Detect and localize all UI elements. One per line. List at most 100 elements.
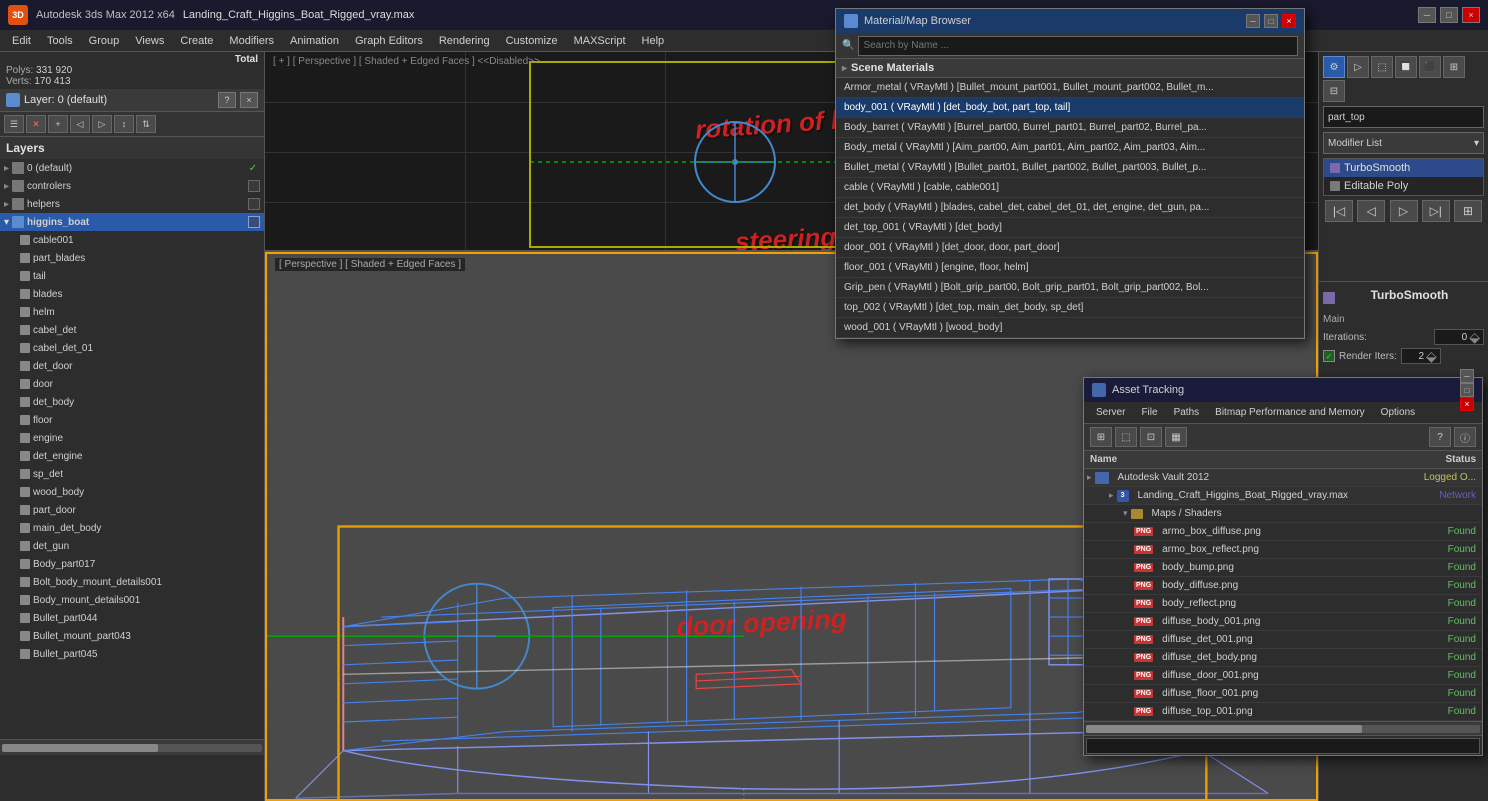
- modifier-icon-btn-4[interactable]: 🔲: [1395, 56, 1417, 78]
- menu-group[interactable]: Group: [81, 33, 128, 49]
- layer-item-door[interactable]: door: [0, 375, 264, 393]
- layer-item-higgins-boat[interactable]: ▾ higgins_boat: [0, 213, 264, 231]
- hscroll-thumb[interactable]: [2, 744, 158, 752]
- at-tool-3[interactable]: ⊡: [1140, 427, 1162, 447]
- layer-item-body-mount[interactable]: Body_mount_details001: [0, 591, 264, 609]
- modifier-item-editablepoly[interactable]: Editable Poly: [1324, 177, 1483, 195]
- at-item-diffuse-det-body[interactable]: PNG diffuse_det_body.png Found: [1084, 649, 1482, 667]
- layer-tool-move1[interactable]: ◁: [70, 115, 90, 133]
- at-horizontal-scrollbar[interactable]: [1084, 721, 1482, 735]
- mat-item-detbody[interactable]: det_body ( VRayMtl ) [blades, cabel_det,…: [836, 198, 1304, 218]
- mat-item-wood001[interactable]: wood_001 ( VRayMtl ) [wood_body]: [836, 318, 1304, 338]
- menu-help[interactable]: Help: [634, 33, 673, 49]
- menu-customize[interactable]: Customize: [498, 33, 566, 49]
- mat-item-bodymetal[interactable]: Body_metal ( VRayMtl ) [Aim_part00, Aim_…: [836, 138, 1304, 158]
- at-item-diffuse-top001[interactable]: PNG diffuse_top_001.png Found: [1084, 703, 1482, 721]
- material-search-input[interactable]: [858, 36, 1298, 56]
- modifier-icon-btn-1[interactable]: ⚙: [1323, 56, 1345, 78]
- at-hscroll-thumb[interactable]: [1086, 725, 1362, 733]
- at-close-btn[interactable]: ×: [1460, 397, 1474, 411]
- layer-close-button[interactable]: ×: [240, 92, 258, 108]
- minimize-button[interactable]: ─: [1418, 7, 1436, 23]
- layer-help-button[interactable]: ?: [218, 92, 236, 108]
- layer-item-bullet-part045[interactable]: Bullet_part045: [0, 645, 264, 663]
- mat-item-bodybarret[interactable]: Body_barret ( VRayMtl ) [Burrel_part00, …: [836, 118, 1304, 138]
- at-item-maps-folder[interactable]: ▾ Maps / Shaders: [1084, 505, 1482, 523]
- mat-item-dettop001[interactable]: det_top_001 ( VRayMtl ) [det_body]: [836, 218, 1304, 238]
- at-item-maxfile[interactable]: ▸ 3 Landing_Craft_Higgins_Boat_Rigged_vr…: [1084, 487, 1482, 505]
- layer-tool-close[interactable]: ✕: [26, 115, 46, 133]
- at-item-body-diffuse[interactable]: PNG body_diffuse.png Found: [1084, 577, 1482, 595]
- layer-item-bullet-mount043[interactable]: Bullet_mount_part043: [0, 627, 264, 645]
- hscroll-track[interactable]: [2, 744, 262, 752]
- render-iters-checkbox[interactable]: ✓: [1323, 350, 1335, 362]
- modifier-icon-btn-2[interactable]: ▷: [1347, 56, 1369, 78]
- layer-item-controlers[interactable]: ▸ controlers: [0, 177, 264, 195]
- at-tool-4[interactable]: ▦: [1165, 427, 1187, 447]
- mat-item-grippen[interactable]: Grip_pen ( VRayMtl ) [Bolt_grip_part00, …: [836, 278, 1304, 298]
- nav-prev-btn[interactable]: |◁: [1325, 200, 1353, 222]
- menu-views[interactable]: Views: [127, 33, 172, 49]
- mat-browser-close[interactable]: ×: [1282, 14, 1296, 28]
- at-item-diffuse-floor001[interactable]: PNG diffuse_floor_001.png Found: [1084, 685, 1482, 703]
- mat-item-floor001[interactable]: floor_001 ( VRayMtl ) [engine, floor, he…: [836, 258, 1304, 278]
- mat-browser-maximize[interactable]: □: [1264, 14, 1278, 28]
- modifier-icon-btn-3[interactable]: ⬚: [1371, 56, 1393, 78]
- layer-item-main-det-body[interactable]: main_det_body: [0, 519, 264, 537]
- maximize-button[interactable]: □: [1440, 7, 1458, 23]
- modifier-item-turbosmooth[interactable]: TurboSmooth: [1324, 159, 1483, 177]
- layer-tool-move3[interactable]: ↕: [114, 115, 134, 133]
- modifier-icon-btn-7[interactable]: ⊟: [1323, 80, 1345, 102]
- menu-edit[interactable]: Edit: [4, 33, 39, 49]
- at-item-armo-diffuse[interactable]: PNG armo_box_diffuse.png Found: [1084, 523, 1482, 541]
- layer-item-part-door[interactable]: part_door: [0, 501, 264, 519]
- at-menu-paths[interactable]: Paths: [1166, 405, 1208, 420]
- layer-tool-list[interactable]: ☰: [4, 115, 24, 133]
- layer-item-helm[interactable]: helm: [0, 303, 264, 321]
- menu-create[interactable]: Create: [172, 33, 221, 49]
- render-iters-value[interactable]: 2 ⬙: [1401, 348, 1441, 364]
- layer-item-cabel-det[interactable]: cabel_det: [0, 321, 264, 339]
- at-tool-2[interactable]: ⬚: [1115, 427, 1137, 447]
- nav-extra-btn[interactable]: ⊞: [1454, 200, 1482, 222]
- at-item-vault[interactable]: ▸ Autodesk Vault 2012 Logged O...: [1084, 469, 1482, 487]
- layer-item-0default[interactable]: ▸ 0 (default) ✓: [0, 159, 264, 177]
- menu-maxscript[interactable]: MAXScript: [566, 33, 634, 49]
- at-footer-input[interactable]: [1086, 738, 1480, 754]
- at-item-diffuse-body001[interactable]: PNG diffuse_body_001.png Found: [1084, 613, 1482, 631]
- close-button[interactable]: ×: [1462, 7, 1480, 23]
- menu-graph-editors[interactable]: Graph Editors: [347, 33, 431, 49]
- mat-item-body001[interactable]: body_001 ( VRayMtl ) [det_body_bot, part…: [836, 98, 1304, 118]
- mat-item-door001[interactable]: door_001 ( VRayMtl ) [det_door, door, pa…: [836, 238, 1304, 258]
- mat-item-cable[interactable]: cable ( VRayMtl ) [cable, cable001]: [836, 178, 1304, 198]
- layer-item-floor[interactable]: floor: [0, 411, 264, 429]
- at-menu-options[interactable]: Options: [1373, 405, 1423, 420]
- layer-tool-move2[interactable]: ▷: [92, 115, 112, 133]
- layer-item-engine[interactable]: engine: [0, 429, 264, 447]
- at-item-diffuse-det001[interactable]: PNG diffuse_det_001.png Found: [1084, 631, 1482, 649]
- iterations-value[interactable]: 0 ⬙: [1434, 329, 1484, 345]
- mat-item-top002[interactable]: top_002 ( VRayMtl ) [det_top, main_det_b…: [836, 298, 1304, 318]
- at-menu-file[interactable]: File: [1133, 405, 1165, 420]
- layer-item-cable001[interactable]: cable001: [0, 231, 264, 249]
- layer-item-det-body[interactable]: det_body: [0, 393, 264, 411]
- mat-item-armormetal[interactable]: Armor_metal ( VRayMtl ) [Bullet_mount_pa…: [836, 78, 1304, 98]
- layer-tool-move4[interactable]: ⇅: [136, 115, 156, 133]
- layer-item-blades[interactable]: blades: [0, 285, 264, 303]
- at-hscroll-track[interactable]: [1086, 725, 1480, 733]
- layer-item-det-gun[interactable]: det_gun: [0, 537, 264, 555]
- at-item-body-bump[interactable]: PNG body_bump.png Found: [1084, 559, 1482, 577]
- modifier-icon-btn-5[interactable]: ⬛: [1419, 56, 1441, 78]
- layer-item-part-blades[interactable]: part_blades: [0, 249, 264, 267]
- layer-item-wood-body[interactable]: wood_body: [0, 483, 264, 501]
- mat-browser-minimize[interactable]: ─: [1246, 14, 1260, 28]
- modifier-icon-btn-6[interactable]: ⊞: [1443, 56, 1465, 78]
- layer-item-det-engine[interactable]: det_engine: [0, 447, 264, 465]
- layer-item-cabel-det-01[interactable]: cabel_det_01: [0, 339, 264, 357]
- nav-right-btn[interactable]: ▷: [1390, 200, 1418, 222]
- layer-item-tail[interactable]: tail: [0, 267, 264, 285]
- menu-animation[interactable]: Animation: [282, 33, 347, 49]
- horizontal-scrollbar[interactable]: [0, 739, 264, 755]
- layer-item-bullet-part044[interactable]: Bullet_part044: [0, 609, 264, 627]
- at-item-diffuse-door001[interactable]: PNG diffuse_door_001.png Found: [1084, 667, 1482, 685]
